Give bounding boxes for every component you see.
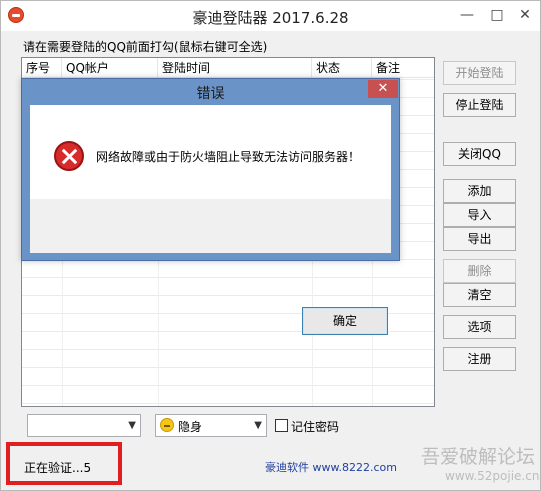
- app-window: 豪迪登陆器 2017.6.28 — □ ✕ 请在需要登陆的QQ前面打勾(鼠标右键…: [0, 0, 541, 491]
- dialog-title: 错误: [196, 86, 225, 102]
- status-text: 正在验证...5: [24, 461, 92, 475]
- column-header-account[interactable]: QQ帐户: [62, 58, 158, 78]
- dialog-body: 网络故障或由于防火墙阻止导致无法访问服务器！ 确定: [30, 105, 391, 335]
- ok-button[interactable]: 确定: [302, 307, 388, 335]
- highlight-box: 正在验证...5: [6, 442, 122, 485]
- vendor-link[interactable]: 豪迪软件 www.8222.com: [265, 459, 397, 475]
- dialog-close-button[interactable]: ✕: [368, 80, 398, 98]
- chevron-down-icon: ▼: [254, 420, 262, 431]
- stop-login-button[interactable]: 停止登陆: [443, 93, 516, 117]
- list-hint: 请在需要登陆的QQ前面打勾(鼠标右键可全选): [23, 40, 268, 54]
- watermark-url: www.52pojie.cn: [445, 469, 540, 483]
- dialog-footer: 确定: [30, 199, 391, 335]
- column-header-status[interactable]: 状态: [312, 58, 372, 78]
- delete-button[interactable]: 删除: [443, 259, 516, 283]
- error-dialog: 错误 ✕ 网络故障或由于防火墙阻止导致无法访问服务器！ 确定: [21, 78, 400, 335]
- dialog-message: 网络故障或由于防火墙阻止导致无法访问服务器！: [96, 150, 361, 164]
- column-header-index[interactable]: 序号: [22, 58, 62, 78]
- close-button[interactable]: ✕: [510, 1, 540, 30]
- options-button[interactable]: 选项: [443, 315, 516, 339]
- watermark-title: 吾爱破解论坛: [421, 446, 536, 468]
- account-select[interactable]: ▼: [27, 414, 141, 437]
- minimize-button[interactable]: —: [452, 1, 482, 30]
- list-header: 序号 QQ帐户 登陆时间 状态 备注: [22, 58, 434, 78]
- close-qq-button[interactable]: 关闭QQ: [443, 142, 516, 166]
- column-header-note[interactable]: 备注: [372, 58, 434, 78]
- online-status-select[interactable]: 隐身 ▼: [155, 414, 267, 437]
- chevron-down-icon: ▼: [128, 420, 136, 431]
- column-header-login-time[interactable]: 登陆时间: [158, 58, 312, 78]
- dialog-title-bar[interactable]: 错误 ✕: [22, 79, 399, 105]
- export-button[interactable]: 导出: [443, 227, 516, 251]
- remember-password-label: 记住密码: [291, 420, 340, 434]
- remember-password-checkbox[interactable]: [275, 419, 288, 432]
- add-button[interactable]: 添加: [443, 179, 516, 203]
- register-button[interactable]: 注册: [443, 347, 516, 371]
- title-bar[interactable]: 豪迪登陆器 2017.6.28 — □ ✕: [1, 1, 540, 31]
- status-face-icon: [160, 418, 174, 432]
- watermark: 吾爱破解论坛 www.52pojie.cn: [421, 439, 541, 491]
- error-icon: [54, 141, 84, 171]
- online-status-value: 隐身: [178, 420, 203, 434]
- maximize-button[interactable]: □: [482, 1, 512, 30]
- clear-button[interactable]: 清空: [443, 283, 516, 307]
- start-login-button[interactable]: 开始登陆: [443, 61, 516, 85]
- import-button[interactable]: 导入: [443, 203, 516, 227]
